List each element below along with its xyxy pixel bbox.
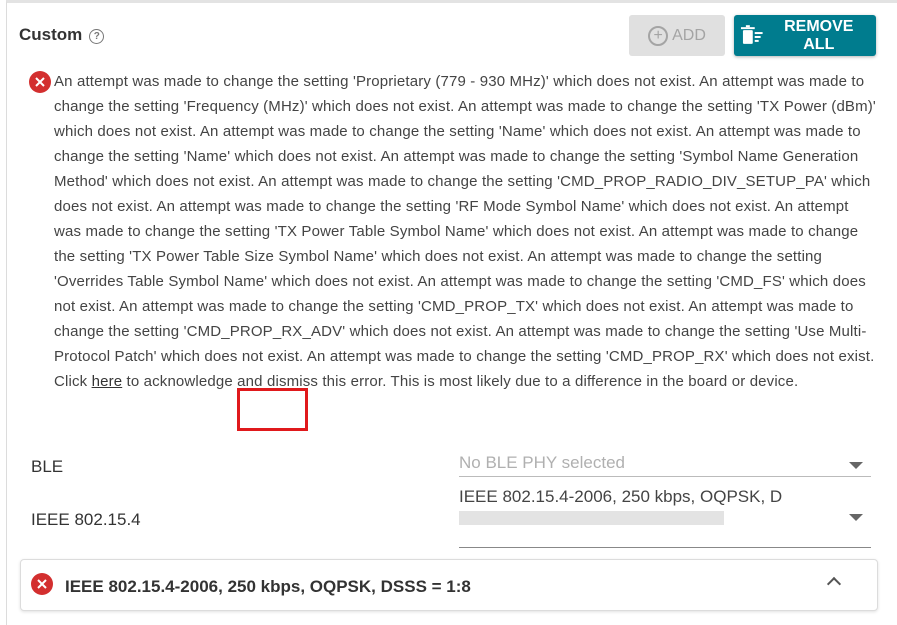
help-icon[interactable]: ?: [89, 28, 105, 44]
ble-phy-select[interactable]: No BLE PHY selected: [459, 453, 871, 477]
dropdown-arrow-icon: [849, 462, 863, 469]
error-message: An attempt was made to change the settin…: [27, 69, 877, 394]
remove-all-button[interactable]: REMOVE ALL: [734, 15, 876, 56]
highlight-annotation-box: [237, 388, 308, 431]
ieee-phy-accordion[interactable]: IEEE 802.15.4-2006, 250 kbps, OQPSK, DSS…: [20, 559, 878, 611]
error-text: An attempt was made to change the settin…: [27, 69, 877, 394]
trash-list-icon: [740, 24, 763, 44]
error-text-before: An attempt was made to change the settin…: [54, 73, 876, 390]
panel-title: Custom: [19, 25, 83, 44]
error-text-after: to acknowledge and dismiss this error. T…: [122, 373, 799, 390]
dropdown-arrow-icon: [849, 514, 863, 521]
ieee-phy-select[interactable]: IEEE 802.15.4-2006, 250 kbps, OQPSK, D: [459, 487, 871, 548]
ble-label: BLE: [31, 457, 64, 476]
error-icon: [31, 573, 53, 595]
ieee-phy-value-placeholder-bar: [459, 511, 724, 525]
add-button[interactable]: + ADD: [629, 15, 725, 56]
custom-panel: Custom ? + ADD REMOVE ALL An attempt was…: [6, 0, 897, 625]
add-button-label: ADD: [672, 26, 706, 44]
accordion-title: IEEE 802.15.4-2006, 250 kbps, OQPSK, DSS…: [65, 577, 471, 596]
panel-header: Custom ?: [19, 25, 105, 45]
remove-all-label: REMOVE ALL: [784, 17, 854, 53]
ieee-phy-value: IEEE 802.15.4-2006, 250 kbps, OQPSK, D: [459, 487, 783, 506]
dismiss-error-link[interactable]: here: [92, 373, 123, 390]
plus-circle-icon: +: [648, 25, 669, 46]
error-icon: [29, 71, 51, 93]
ble-phy-placeholder: No BLE PHY selected: [459, 453, 625, 472]
chevron-up-icon[interactable]: [826, 576, 842, 592]
ieee-label: IEEE 802.15.4: [31, 510, 141, 529]
